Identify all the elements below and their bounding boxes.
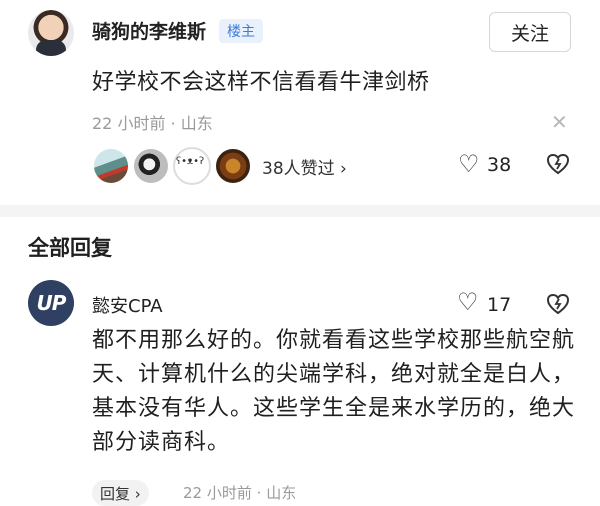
close-icon[interactable]: ✕ bbox=[551, 110, 568, 134]
share-icon[interactable] bbox=[545, 151, 571, 181]
reply-username[interactable]: 懿安CPA bbox=[92, 292, 163, 318]
reply-button[interactable]: 回复 › bbox=[92, 480, 149, 506]
meta-separator: · bbox=[170, 114, 176, 133]
reply-time: 22 小时前 bbox=[183, 484, 252, 502]
op-avatar[interactable] bbox=[28, 10, 74, 56]
op-username[interactable]: 骑狗的李维斯 bbox=[92, 17, 206, 44]
liker-avatars[interactable] bbox=[92, 145, 257, 185]
replies-section-title: 全部回复 bbox=[28, 236, 112, 260]
reply-meta: 22 小时前 · 山东 bbox=[183, 482, 296, 503]
op-content: 好学校不会这样不信看看牛津剑桥 bbox=[92, 70, 430, 95]
op-like-count: 38 bbox=[487, 154, 512, 176]
reply-avatar[interactable]: UP bbox=[28, 280, 74, 326]
reply-location: 山东 bbox=[266, 484, 297, 502]
op-location: 山东 bbox=[180, 114, 213, 133]
op-time: 22 小时前 bbox=[92, 114, 166, 133]
liker-avatar[interactable] bbox=[214, 147, 252, 185]
op-meta: 22 小时前 · 山东 bbox=[92, 110, 213, 134]
heart-icon[interactable]: ♡ bbox=[457, 288, 479, 316]
share-icon[interactable] bbox=[545, 291, 571, 321]
heart-icon[interactable]: ♡ bbox=[458, 150, 480, 178]
likes-summary-link[interactable]: 38人赞过 › bbox=[262, 154, 347, 179]
meta-separator: · bbox=[256, 484, 262, 502]
op-badge: 楼主 bbox=[219, 19, 263, 43]
follow-button[interactable]: 关注 bbox=[489, 12, 571, 52]
liker-avatar[interactable] bbox=[92, 147, 130, 185]
liker-avatar[interactable] bbox=[132, 147, 170, 185]
reply-like-count: 17 bbox=[487, 294, 512, 316]
liker-avatar[interactable] bbox=[173, 147, 211, 185]
reply-content: 都不用那么好的。你就看看这些学校那些航空航天、计算机什么的尖端学科，绝对就全是白… bbox=[92, 328, 576, 455]
section-divider bbox=[0, 205, 600, 217]
